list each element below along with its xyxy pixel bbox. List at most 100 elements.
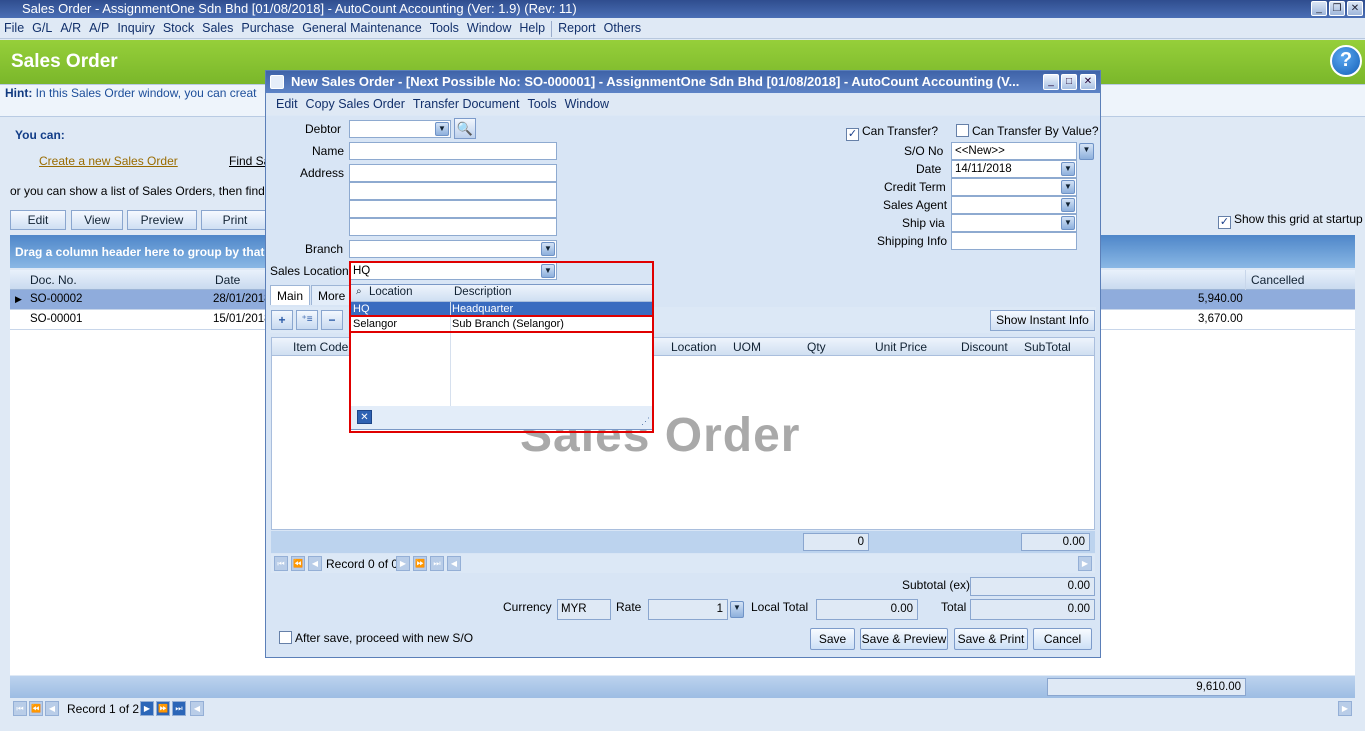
- ship-via-field[interactable]: [951, 214, 1077, 232]
- edit-button[interactable]: Edit: [10, 210, 66, 230]
- delete-row-icon[interactable]: −: [321, 310, 343, 330]
- dialog-minimize-button[interactable]: _: [1043, 74, 1059, 90]
- menu-sales[interactable]: Sales: [198, 18, 237, 38]
- col-date[interactable]: Date: [215, 273, 240, 287]
- cancel-button[interactable]: Cancel: [1033, 628, 1092, 650]
- col-location[interactable]: Location: [671, 340, 716, 354]
- after-save-checkbox[interactable]: After save, proceed with new S/O: [279, 631, 473, 645]
- last-record-icon[interactable]: ⏭: [172, 701, 186, 716]
- search-icon[interactable]: 🔍: [454, 118, 476, 139]
- address-line-2[interactable]: [349, 182, 557, 200]
- address-line-3[interactable]: [349, 200, 557, 218]
- chevron-down-icon[interactable]: ▼: [1061, 162, 1075, 176]
- scroll-right-icon[interactable]: ▶: [1078, 556, 1092, 571]
- chevron-down-icon[interactable]: ▼: [1061, 198, 1075, 212]
- date-field[interactable]: 14/11/2018: [951, 160, 1077, 178]
- credit-term-field[interactable]: [951, 178, 1077, 196]
- can-transfer-checkbox[interactable]: ✓ Can Transfer?: [846, 124, 938, 141]
- prev-page-icon[interactable]: ⏪: [29, 701, 43, 716]
- currency-field[interactable]: MYR: [557, 599, 611, 620]
- sum-qty: 0: [803, 533, 869, 551]
- prev-page-icon[interactable]: ⏪: [291, 556, 305, 571]
- col-uom[interactable]: UOM: [733, 340, 761, 354]
- dialog-maximize-button[interactable]: □: [1061, 74, 1077, 90]
- prev-record-icon[interactable]: ◀: [308, 556, 322, 571]
- create-sales-order-link[interactable]: Create a new Sales Order: [39, 154, 178, 168]
- col-discount[interactable]: Discount: [961, 340, 1008, 354]
- first-record-icon[interactable]: ⏮: [274, 556, 288, 571]
- view-button[interactable]: View: [71, 210, 123, 230]
- menu-purchase[interactable]: Purchase: [237, 18, 298, 38]
- first-record-icon[interactable]: ⏮: [13, 701, 27, 716]
- col-doc-no[interactable]: Doc. No.: [30, 273, 77, 287]
- insert-row-icon[interactable]: ⁺≡: [296, 310, 318, 330]
- shipping-info-field[interactable]: [951, 232, 1077, 250]
- dialog-menu-edit[interactable]: Edit: [272, 94, 302, 114]
- name-field[interactable]: [349, 142, 557, 160]
- hint-text: Hint: In this Sales Order window, you ca…: [5, 86, 256, 100]
- menu-others[interactable]: Others: [600, 18, 646, 38]
- menu-file[interactable]: File: [0, 18, 28, 38]
- scroll-left-icon[interactable]: ◀: [447, 556, 461, 571]
- menu-tools[interactable]: Tools: [426, 18, 463, 38]
- col-qty[interactable]: Qty: [807, 340, 826, 354]
- menu-general-maintenance[interactable]: General Maintenance: [298, 18, 426, 38]
- so-no-field[interactable]: <<New>>: [951, 142, 1077, 160]
- local-total-label: Local Total: [751, 600, 809, 614]
- dialog-menu-window[interactable]: Window: [561, 94, 613, 114]
- col-cancelled[interactable]: Cancelled: [1251, 273, 1304, 287]
- dialog-menu-transfer[interactable]: Transfer Document: [409, 94, 524, 114]
- scroll-right-icon[interactable]: ▶: [1338, 701, 1352, 716]
- help-icon[interactable]: ?: [1330, 45, 1362, 77]
- highlight-box: [349, 261, 654, 433]
- chevron-down-icon[interactable]: ▼: [435, 122, 449, 136]
- preview-button[interactable]: Preview: [127, 210, 197, 230]
- sales-agent-field[interactable]: [951, 196, 1077, 214]
- close-button[interactable]: ✕: [1347, 1, 1363, 16]
- restore-button[interactable]: ❐: [1329, 1, 1345, 16]
- name-label: Name: [312, 144, 345, 158]
- save-preview-button[interactable]: Save & Preview: [860, 628, 948, 650]
- chevron-down-icon[interactable]: ▼: [1061, 180, 1075, 194]
- col-item-code[interactable]: Item Code: [293, 340, 348, 354]
- menu-help[interactable]: Help: [515, 18, 549, 38]
- next-page-icon[interactable]: ⏩: [413, 556, 427, 571]
- menu-report[interactable]: Report: [554, 18, 600, 38]
- print-button[interactable]: Print: [201, 210, 269, 230]
- show-grid-checkbox[interactable]: ✓ Show this grid at startup: [1218, 212, 1363, 229]
- next-record-icon[interactable]: ▶: [396, 556, 410, 571]
- chevron-down-icon[interactable]: ▼: [1079, 143, 1094, 160]
- col-unit-price[interactable]: Unit Price: [875, 340, 927, 354]
- save-button[interactable]: Save: [810, 628, 855, 650]
- local-total-value: 0.00: [816, 599, 918, 620]
- dialog-menu-copy[interactable]: Copy Sales Order: [302, 94, 409, 114]
- tab-main[interactable]: Main: [270, 285, 311, 305]
- prev-record-icon[interactable]: ◀: [45, 701, 59, 716]
- menu-window[interactable]: Window: [463, 18, 515, 38]
- branch-field[interactable]: [349, 240, 557, 258]
- scroll-left-icon[interactable]: ◀: [190, 701, 204, 716]
- minimize-button[interactable]: _: [1311, 1, 1327, 16]
- address-line-4[interactable]: [349, 218, 557, 236]
- show-instant-info-button[interactable]: Show Instant Info: [990, 310, 1095, 331]
- menu-ap[interactable]: A/P: [85, 18, 113, 38]
- save-print-button[interactable]: Save & Print: [954, 628, 1028, 650]
- col-subtotal[interactable]: SubTotal: [1024, 340, 1071, 354]
- menu-gl[interactable]: G/L: [28, 18, 56, 38]
- chevron-down-icon[interactable]: ▼: [1061, 216, 1075, 230]
- menu-inquiry[interactable]: Inquiry: [113, 18, 159, 38]
- chevron-down-icon[interactable]: ▼: [730, 601, 744, 618]
- can-transfer-value-checkbox[interactable]: Can Transfer By Value?: [956, 124, 1099, 138]
- address-line-1[interactable]: [349, 164, 557, 182]
- add-row-icon[interactable]: +: [271, 310, 293, 330]
- last-record-icon[interactable]: ⏭: [430, 556, 444, 571]
- dialog-menu-tools[interactable]: Tools: [523, 94, 560, 114]
- next-page-icon[interactable]: ⏩: [156, 701, 170, 716]
- menu-stock[interactable]: Stock: [159, 18, 198, 38]
- dialog-icon: [270, 75, 284, 89]
- menu-ar[interactable]: A/R: [56, 18, 85, 38]
- chevron-down-icon[interactable]: ▼: [541, 242, 555, 256]
- rate-field[interactable]: 1: [648, 599, 728, 620]
- next-record-icon[interactable]: ▶: [140, 701, 154, 716]
- dialog-close-button[interactable]: ✕: [1080, 74, 1096, 90]
